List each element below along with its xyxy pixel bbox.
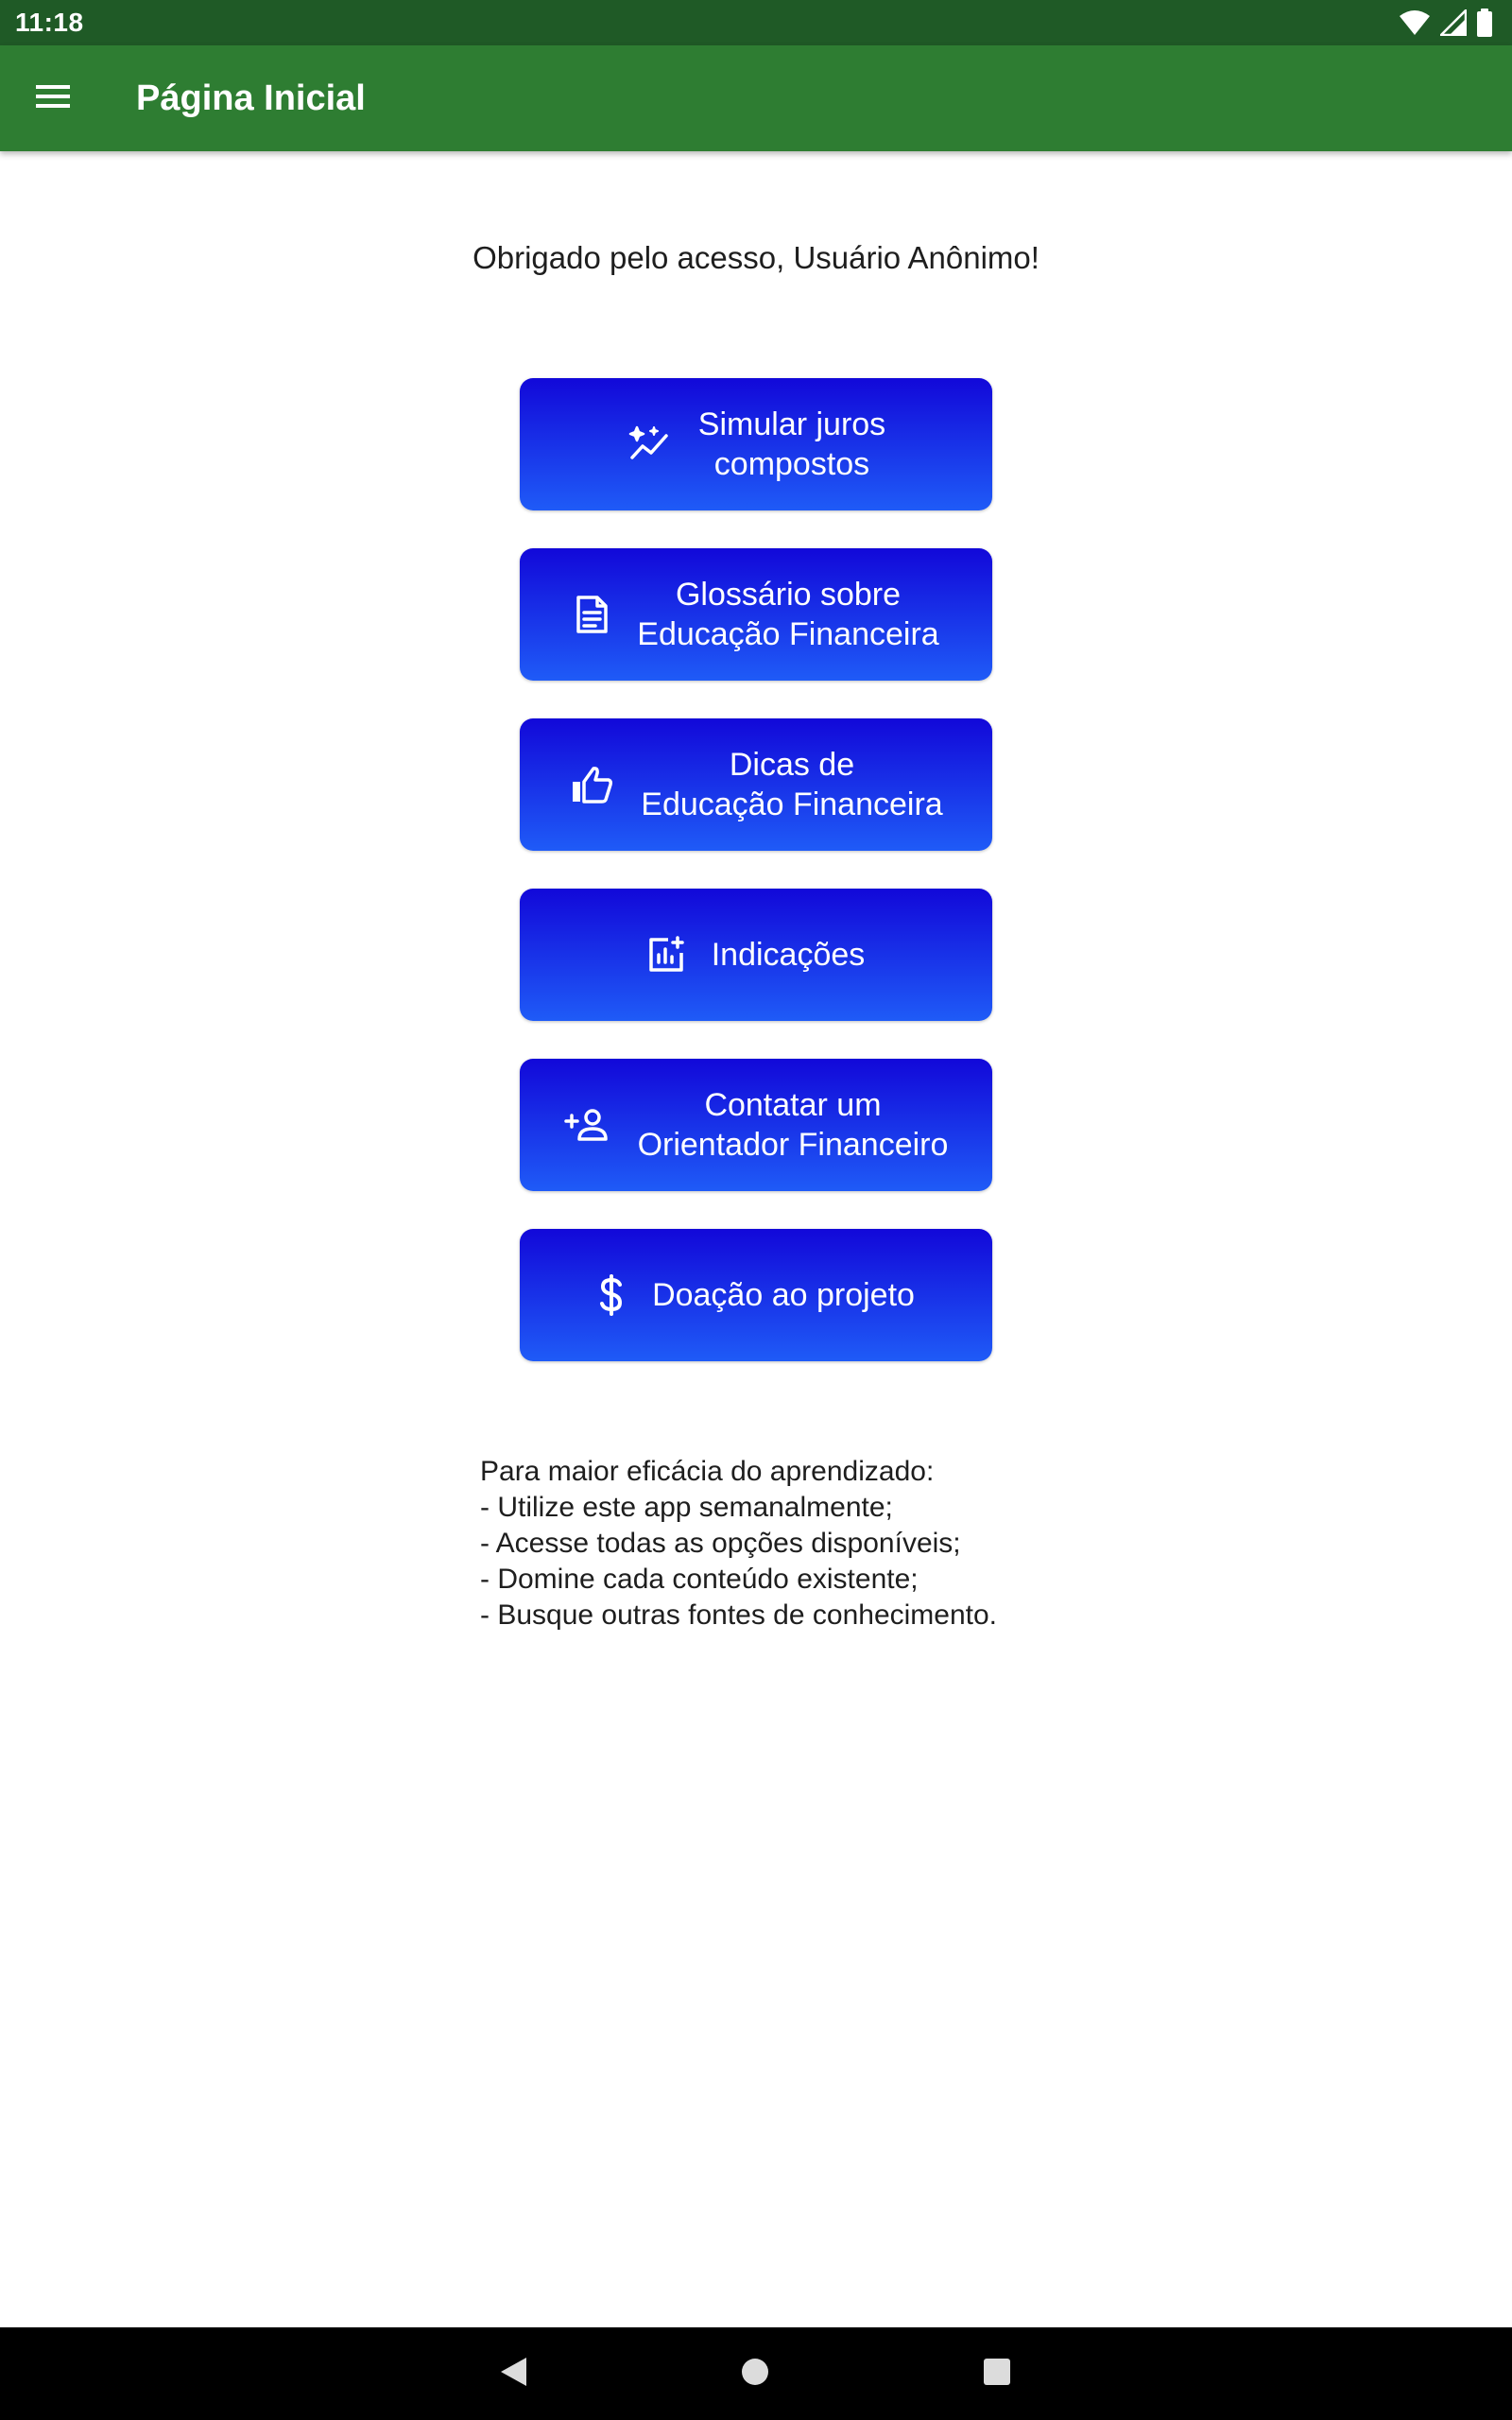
- donation-label: Doação ao projeto: [652, 1277, 915, 1313]
- auto-graph-icon: [627, 424, 672, 465]
- home-button[interactable]: [698, 2327, 812, 2420]
- recents-button[interactable]: [940, 2327, 1054, 2420]
- status-icons: [1399, 9, 1493, 37]
- back-icon: [498, 2356, 528, 2393]
- tip-item: - Busque outras fontes de conhecimento.: [480, 1599, 998, 1631]
- thumb-up-icon: [569, 764, 614, 805]
- status-bar: 11:18: [0, 0, 1512, 45]
- donation-button[interactable]: Doação ao projeto: [520, 1229, 992, 1361]
- contact-advisor-label: Contatar um Orientador Financeiro: [637, 1087, 949, 1163]
- recents-icon: [983, 2358, 1011, 2391]
- tip-item: - Domine cada conteúdo existente;: [480, 1564, 919, 1595]
- recommendations-button[interactable]: Indicações: [520, 889, 992, 1021]
- simulate-compound-interest-button[interactable]: Simular juros compostos: [520, 378, 992, 510]
- battery-icon: [1476, 9, 1493, 37]
- app-bar: Página Inicial: [0, 45, 1512, 151]
- contact-advisor-button[interactable]: Contatar um Orientador Financeiro: [520, 1059, 992, 1191]
- tip-item: - Utilize este app semanalmente;: [480, 1492, 893, 1523]
- back-button[interactable]: [456, 2327, 570, 2420]
- financial-tips-label: Dicas de Educação Financeira: [641, 747, 943, 822]
- signal-icon: [1440, 9, 1467, 36]
- menu-button[interactable]: [0, 45, 106, 151]
- wifi-icon: [1399, 9, 1431, 36]
- page-title: Página Inicial: [136, 78, 366, 118]
- dollar-icon: [597, 1274, 626, 1316]
- greeting-text: Obrigado pelo acesso, Usuário Anônimo!: [472, 240, 1040, 275]
- tip-item: - Acesse todas as opções disponíveis;: [480, 1528, 961, 1559]
- glossary-button[interactable]: Glossário sobre Educação Financeira: [520, 548, 992, 681]
- simulate-compound-interest-label: Simular juros compostos: [697, 406, 886, 482]
- insights-icon: [647, 936, 685, 974]
- home-icon: [741, 2358, 769, 2391]
- glossary-label: Glossário sobre Educação Financeira: [637, 577, 939, 652]
- learning-tips: Para maior eficácia do aprendizado: - Ut…: [480, 1454, 997, 1634]
- recommendations-label: Indicações: [711, 937, 866, 973]
- article-icon: [573, 594, 610, 635]
- status-time: 11:18: [15, 8, 84, 37]
- person-add-icon: [563, 1106, 611, 1144]
- tips-heading: Para maior eficácia do aprendizado:: [480, 1456, 935, 1487]
- main-content: Obrigado pelo acesso, Usuário Anônimo! S…: [0, 151, 1512, 2327]
- financial-tips-button[interactable]: Dicas de Educação Financeira: [520, 718, 992, 851]
- system-nav-bar: [0, 2327, 1512, 2420]
- menu-icon: [34, 82, 72, 115]
